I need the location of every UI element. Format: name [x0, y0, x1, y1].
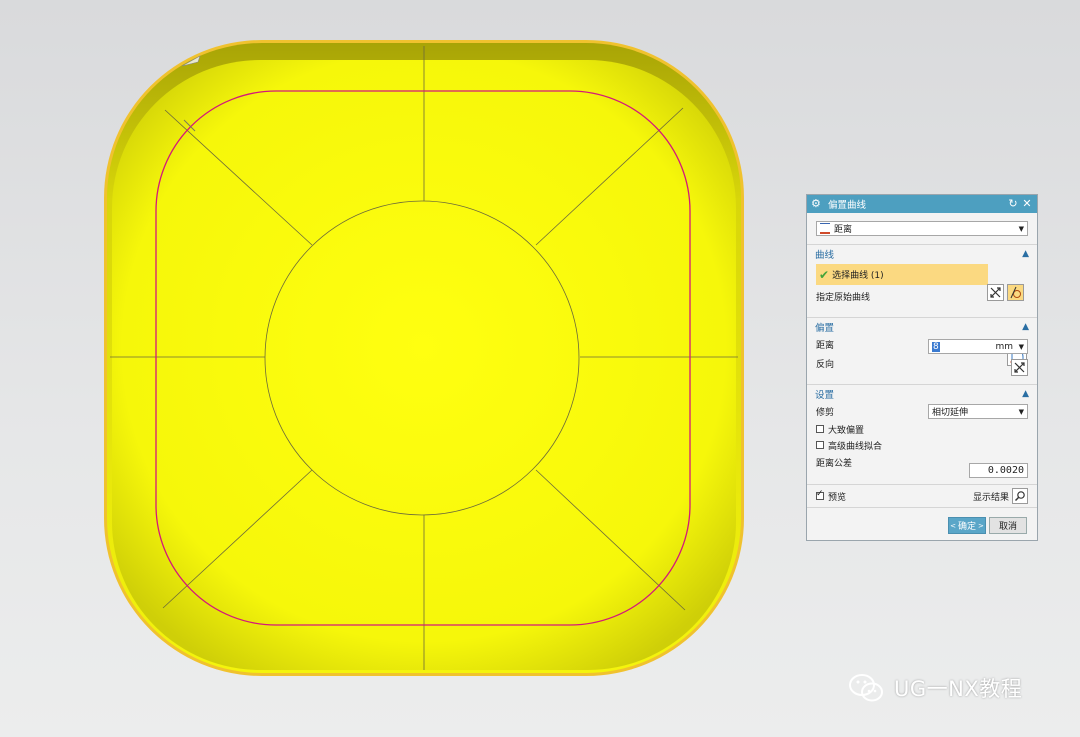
cancel-button[interactable]: 取消 — [989, 517, 1027, 534]
reset-icon[interactable]: ↻ — [1007, 198, 1019, 210]
preview-label: 预览 — [828, 492, 847, 503]
watermark-text: UG一NX教程 — [894, 677, 1023, 701]
close-icon[interactable]: ✕ — [1021, 198, 1033, 210]
distance-value: 8 — [932, 341, 940, 352]
tolerance-value: 0.0020 — [987, 465, 1024, 476]
show-result-button[interactable] — [1012, 488, 1028, 504]
advanced-fit-label: 高级曲线拟合 — [828, 441, 883, 452]
chevron-down-icon: ▼ — [1018, 343, 1024, 351]
tolerance-input[interactable]: 0.0020 — [969, 463, 1028, 478]
reverse-label: 反向 — [816, 360, 835, 370]
rough-offset-checkbox[interactable] — [816, 425, 824, 433]
ok-right-arrow: > — [978, 521, 984, 530]
collapse-icon[interactable]: ▲ — [1022, 322, 1029, 332]
ok-label: 确定 — [957, 522, 976, 532]
type-value: 距离 — [834, 225, 853, 235]
watermark: UG一NX教程 — [848, 672, 1022, 704]
curves-section-header[interactable]: 曲线 ▲ — [807, 245, 1037, 262]
chevron-down-icon: ▼ — [1018, 225, 1024, 233]
show-result-label[interactable]: 显示结果 — [973, 490, 1009, 503]
specify-curve-label: 指定原始曲线 — [816, 293, 871, 303]
settings-section: 设置 ▲ 修剪 相切延伸 ▼ 大致偏置 高级曲线拟合 距离公差 0.0020 — [807, 385, 1037, 485]
select-curve-row[interactable]: ✔ 选择曲线 (1) — [816, 264, 988, 285]
ok-button[interactable]: < 确定 > — [948, 517, 986, 534]
trim-value: 相切延伸 — [932, 408, 969, 418]
wechat-icon — [849, 674, 883, 702]
reverse-row: 反向 — [807, 354, 1037, 373]
offset-curve-dialog: ⚙ 偏置曲线 ↻ ✕ 距离 ▼ 曲线 ▲ ✔ 选择曲线 (1) 指定原始曲线 偏… — [806, 194, 1038, 541]
dialog-titlebar[interactable]: ⚙ 偏置曲线 ↻ ✕ — [807, 195, 1037, 213]
distance-type-icon — [820, 223, 830, 234]
advanced-fit-checkbox[interactable] — [816, 441, 824, 449]
collapse-icon[interactable]: ▲ — [1022, 389, 1029, 399]
distance-input[interactable]: 8 mm ▼ — [928, 339, 1028, 354]
rough-offset-label: 大致偏置 — [828, 425, 865, 436]
specify-curve-row: 指定原始曲线 — [807, 287, 1037, 306]
type-section: 距离 ▼ — [807, 213, 1037, 245]
ok-left-arrow: < — [950, 521, 956, 530]
curves-section: 曲线 ▲ ✔ 选择曲线 (1) 指定原始曲线 — [807, 245, 1037, 366]
collapse-icon[interactable]: ▲ — [1022, 249, 1029, 259]
gear-icon[interactable]: ⚙ — [811, 198, 823, 210]
distance-unit: mm — [995, 341, 1013, 352]
offset-section: 偏置 ▲ 距离 8 mm ▼ 反向 — [807, 318, 1037, 385]
settings-section-header[interactable]: 设置 ▲ — [807, 385, 1037, 402]
preview-checkbox[interactable] — [816, 489, 824, 500]
preview-row: 预览 显示结果 — [807, 485, 1037, 508]
type-dropdown[interactable]: 距离 ▼ — [816, 221, 1028, 236]
reverse-direction-icon — [1014, 362, 1025, 373]
offset-section-header[interactable]: 偏置 ▲ — [807, 318, 1037, 335]
select-curve-label: 选择曲线 (1) — [832, 271, 884, 281]
rough-offset-row[interactable]: 大致偏置 — [807, 421, 1037, 437]
trim-dropdown[interactable]: 相切延伸 ▼ — [928, 404, 1028, 419]
dialog-title: 偏置曲线 — [828, 200, 867, 211]
cancel-label: 取消 — [998, 522, 1017, 532]
advanced-fit-row[interactable]: 高级曲线拟合 — [807, 437, 1037, 453]
check-icon: ✔ — [819, 267, 830, 282]
chevron-down-icon: ▼ — [1018, 408, 1024, 416]
magnifier-icon — [1014, 491, 1025, 502]
reverse-direction-button[interactable] — [1011, 359, 1028, 376]
